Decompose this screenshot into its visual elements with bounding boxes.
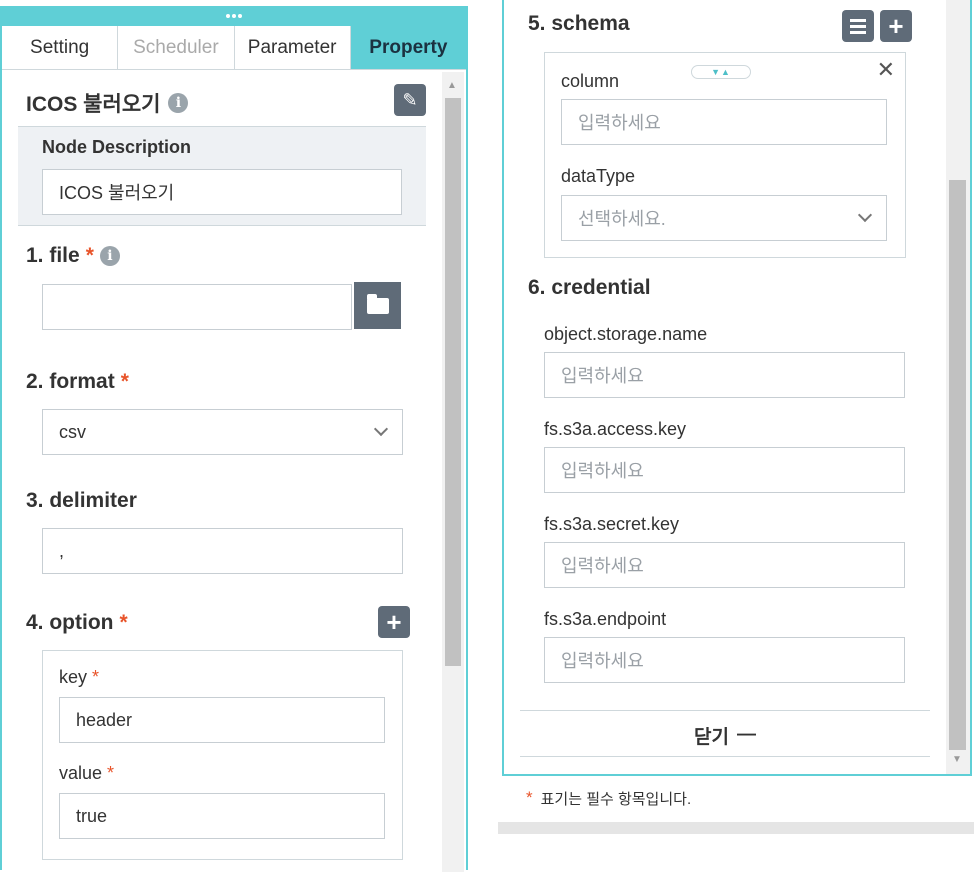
- tab-setting[interactable]: Setting: [2, 26, 119, 69]
- node-description-box: Node Description ICOS 불러오기: [18, 126, 426, 226]
- option-key-label: key *: [59, 667, 99, 688]
- option-title-text: 4. option: [26, 611, 114, 634]
- credential-field-label: fs.s3a.secret.key: [544, 514, 680, 534]
- divider: [520, 710, 930, 711]
- input-placeholder: 입력하세요: [561, 651, 644, 671]
- input-placeholder: 입력하세요: [561, 366, 644, 386]
- node-description-label: Node Description: [42, 137, 192, 157]
- input-placeholder: 입력하세요: [561, 461, 644, 481]
- credential-field-label: fs.s3a.access.key: [544, 419, 687, 439]
- credential-title-text: 6. credential: [528, 276, 651, 299]
- required-mark: *: [526, 788, 533, 807]
- file-info-icon[interactable]: i: [99, 246, 120, 266]
- scroll-up-arrow-icon[interactable]: ▲: [447, 80, 457, 91]
- schema-section-title: 5. schema: [528, 12, 630, 36]
- endpoint-input[interactable]: 입력하세요: [544, 637, 905, 683]
- schema-title-text: 5. schema: [528, 12, 630, 35]
- schema-datatype-label: dataType: [561, 166, 636, 186]
- format-select[interactable]: csv: [42, 409, 403, 455]
- required-mark: *: [120, 370, 129, 393]
- info-icon[interactable]: i: [168, 93, 189, 113]
- file-input[interactable]: [42, 284, 352, 330]
- input-placeholder: 입력하세요: [561, 556, 644, 576]
- drag-dots-icon: [226, 14, 242, 18]
- file-browse-button[interactable]: [354, 282, 401, 329]
- node-description-input[interactable]: ICOS 불러오기: [42, 169, 402, 215]
- required-mark: *: [92, 667, 100, 687]
- option-key-label-text: key: [59, 667, 88, 687]
- option-item: key * header value * true: [42, 650, 403, 860]
- property-panel: Setting Scheduler Parameter Property ▲ I…: [0, 6, 468, 872]
- divider: [520, 756, 930, 757]
- edit-button[interactable]: ✎: [394, 84, 426, 116]
- minus-icon: —: [736, 724, 756, 745]
- tab-scheduler[interactable]: Scheduler: [118, 26, 235, 69]
- tab-parameter[interactable]: Parameter: [234, 26, 351, 69]
- option-section-title: 4. option *: [26, 611, 128, 635]
- left-scrollbar[interactable]: ▲: [442, 72, 464, 872]
- schema-list-button[interactable]: [842, 10, 874, 42]
- add-option-button[interactable]: +: [378, 606, 410, 638]
- option-key-input[interactable]: header: [59, 697, 385, 743]
- plus-icon: +: [888, 11, 904, 41]
- access-key-input[interactable]: 입력하세요: [544, 447, 905, 493]
- schema-column-label: column: [561, 71, 620, 91]
- option-value-label: value *: [59, 763, 114, 784]
- schema-datatype-placeholder: 선택하세요.: [578, 209, 666, 229]
- delimiter-input[interactable]: ,: [42, 528, 403, 574]
- credential-field-label: fs.s3a.endpoint: [544, 609, 667, 629]
- left-scrollbar-thumb[interactable]: [445, 98, 461, 666]
- chevron-down-icon: [373, 421, 389, 437]
- schema-datatype-select[interactable]: 선택하세요.: [561, 195, 887, 241]
- add-schema-button[interactable]: +: [880, 10, 912, 42]
- credential-section-title: 6. credential: [528, 276, 651, 300]
- panel-tabs: Setting Scheduler Parameter Property: [2, 26, 466, 70]
- close-panel-label: 닫기: [694, 726, 729, 748]
- delimiter-title-text: 3. delimiter: [26, 489, 137, 512]
- file-title-text: 1. file: [26, 244, 80, 267]
- option-value-label-text: value: [59, 763, 103, 783]
- file-section-title: 1. file * i: [26, 244, 120, 268]
- node-title: ICOS 불러오기 i: [26, 88, 189, 118]
- secret-key-input[interactable]: 입력하세요: [544, 542, 905, 588]
- footnote-text: 표기는 필수 항목입니다.: [540, 791, 692, 808]
- required-footnote: * 표기는 필수 항목입니다.: [526, 788, 691, 809]
- sort-toggle-icon[interactable]: ▼▲: [691, 65, 751, 79]
- node-title-text: ICOS 불러오기: [26, 93, 161, 116]
- option-value-input[interactable]: true: [59, 793, 385, 839]
- tab-property[interactable]: Property: [350, 26, 466, 69]
- pencil-icon: ✎: [402, 89, 418, 110]
- right-scrollbar[interactable]: ▼: [946, 0, 970, 774]
- scroll-down-arrow-icon[interactable]: ▼: [952, 754, 962, 765]
- close-panel-button[interactable]: 닫기 —: [520, 712, 930, 758]
- required-mark: *: [107, 763, 115, 783]
- folder-icon: [366, 293, 389, 314]
- format-section-title: 2. format *: [26, 370, 129, 394]
- panel-drag-handle[interactable]: [0, 6, 468, 26]
- required-mark: *: [85, 244, 94, 267]
- format-select-value: csv: [59, 421, 86, 442]
- close-icon[interactable]: ✕: [877, 57, 895, 83]
- chevron-down-icon: [857, 207, 873, 223]
- schema-item: ▼▲ ✕ column 입력하세요 dataType 선택하세요.: [544, 52, 906, 258]
- schema-column-input[interactable]: 입력하세요: [561, 99, 887, 145]
- list-icon: [850, 18, 866, 22]
- property-panel-scrolled: ▼ 5. schema + ▼▲ ✕ column 입력하세요 dataType…: [502, 0, 972, 776]
- required-mark: *: [119, 611, 128, 634]
- right-scrollbar-thumb[interactable]: [949, 180, 966, 750]
- bottom-strip: [498, 822, 974, 834]
- delimiter-section-title: 3. delimiter: [26, 489, 137, 513]
- plus-icon: +: [386, 607, 402, 637]
- format-title-text: 2. format: [26, 370, 115, 393]
- schema-column-placeholder: 입력하세요: [578, 113, 661, 133]
- object-storage-name-input[interactable]: 입력하세요: [544, 352, 905, 398]
- credential-field-label: object.storage.name: [544, 324, 708, 344]
